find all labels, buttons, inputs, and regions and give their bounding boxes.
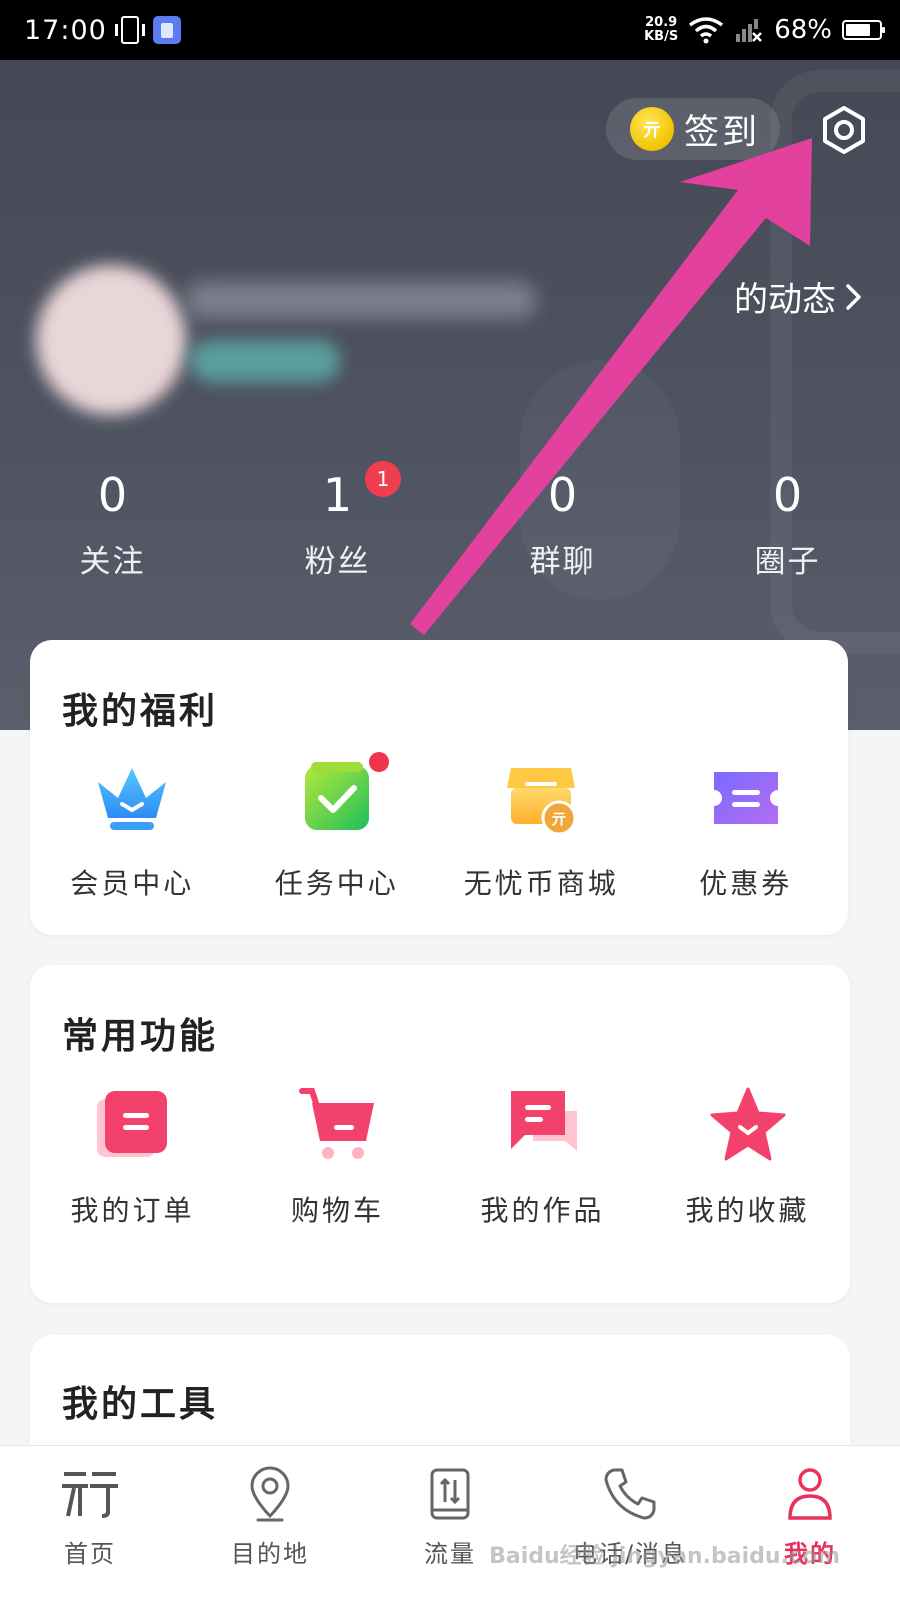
crown-icon [98,768,167,830]
red-dot-indicator [368,752,389,772]
wifi-icon [689,17,724,44]
member-center-item[interactable]: 会员中心 [30,758,235,902]
stat-value: 0 [97,468,128,522]
stat-group-chat[interactable]: 0 群聊 [450,460,675,581]
my-works-item[interactable]: 我的作品 [440,1085,645,1229]
my-dynamic-link[interactable]: 的动态 [734,272,864,321]
stat-circles[interactable]: 0 圈子 [675,460,900,581]
network-speed-value: 20.9 [645,15,678,30]
common-functions-card: 常用功能 我的订单 购物车 我的作品 我的收藏 [30,965,850,1303]
profile-stats: 0 关注 1 粉丝 1 0 群聊 0 圈子 [0,460,900,581]
home-logo-icon [62,1472,118,1518]
stat-following[interactable]: 0 关注 [0,460,225,581]
user-tag-blurred [190,340,340,382]
stat-label: 关注 [79,544,146,580]
item-label: 优惠券 [699,867,793,900]
username-blurred [186,282,536,318]
nav-phone-messages[interactable]: 电话/消息 [540,1446,720,1601]
item-label: 无忧币商城 [463,867,619,900]
stat-label: 圈子 [754,544,821,580]
cellular-signal-icon [736,19,763,42]
coin-store-icon: 亓 [507,768,577,836]
shopping-cart-icon [298,1088,374,1159]
task-check-icon [304,762,369,830]
phone-icon [604,1468,656,1520]
item-label: 会员中心 [70,867,195,900]
order-icon [96,1091,167,1157]
status-bar: 17:00 20.9 KB/S 68% [0,0,900,60]
section-title: 我的工具 [62,1384,219,1425]
my-orders-item[interactable]: 我的订单 [30,1085,235,1229]
item-label: 我的作品 [480,1194,605,1227]
svg-text:亓: 亓 [552,810,567,828]
network-speed-unit: KB/S [644,29,679,44]
watermark: Baidu经验 jingyan.baidu.com [489,1544,840,1569]
location-pin-icon [250,1466,290,1522]
sign-in-button[interactable]: 亓 签到 [606,98,780,160]
avatar[interactable] [36,265,186,415]
stat-label: 群聊 [529,544,596,580]
chevron-right-icon [846,283,861,310]
stat-label: 粉丝 [304,544,371,580]
nav-label: 首页 [64,1540,116,1568]
nav-home[interactable]: 首页 [0,1446,180,1601]
data-sim-icon [430,1468,470,1520]
benefits-card: 我的福利 会员中心 任务中心 亓 无忧币商城 优惠券 [30,640,848,935]
status-time: 17:00 [24,14,107,46]
section-title: 我的福利 [62,691,219,732]
profile-header: 亓 签到 的动态 0 关注 1 粉丝 1 0 群聊 0 圈子 [0,60,900,730]
coupon-icon [713,772,778,824]
item-label: 我的订单 [70,1194,195,1227]
star-icon [710,1087,785,1161]
stat-value: 1 [322,468,353,522]
common-functions-grid: 我的订单 购物车 我的作品 我的收藏 [30,1085,850,1229]
my-favorites-item[interactable]: 我的收藏 [645,1085,850,1229]
app-notification-icon [152,16,181,44]
nav-destination[interactable]: 目的地 [180,1446,360,1601]
nav-label: 目的地 [231,1540,309,1568]
profile-icon [788,1468,832,1520]
item-label: 任务中心 [274,867,399,900]
shopping-cart-item[interactable]: 购物车 [235,1085,440,1229]
battery-icon [842,20,885,40]
coupon-item[interactable]: 优惠券 [644,758,849,902]
stat-value: 0 [772,468,803,522]
coin-store-item[interactable]: 亓 无忧币商城 [439,758,644,902]
notification-badge: 1 [365,461,401,497]
network-speed: 20.9 KB/S [644,16,678,44]
vibrate-icon [114,16,145,44]
benefits-grid: 会员中心 任务中心 亓 无忧币商城 优惠券 [30,752,849,902]
sign-in-label: 签到 [684,112,761,153]
stat-value: 0 [547,468,578,522]
nav-data[interactable]: 流量 [360,1446,540,1601]
bottom-nav: 首页 目的地 流量 电话/消息 我的 [0,1445,900,1601]
stat-fans[interactable]: 1 粉丝 1 [225,460,450,581]
battery-percent: 68% [774,15,832,45]
coin-icon: 亓 [630,107,674,151]
works-icon [510,1091,577,1151]
item-label: 我的收藏 [685,1194,810,1227]
settings-gear-icon[interactable] [816,102,872,158]
section-title: 常用功能 [62,1016,219,1057]
task-center-item[interactable]: 任务中心 [235,752,440,902]
nav-mine[interactable]: 我的 [720,1446,900,1601]
my-dynamic-label: 的动态 [734,280,836,320]
item-label: 购物车 [290,1194,384,1227]
